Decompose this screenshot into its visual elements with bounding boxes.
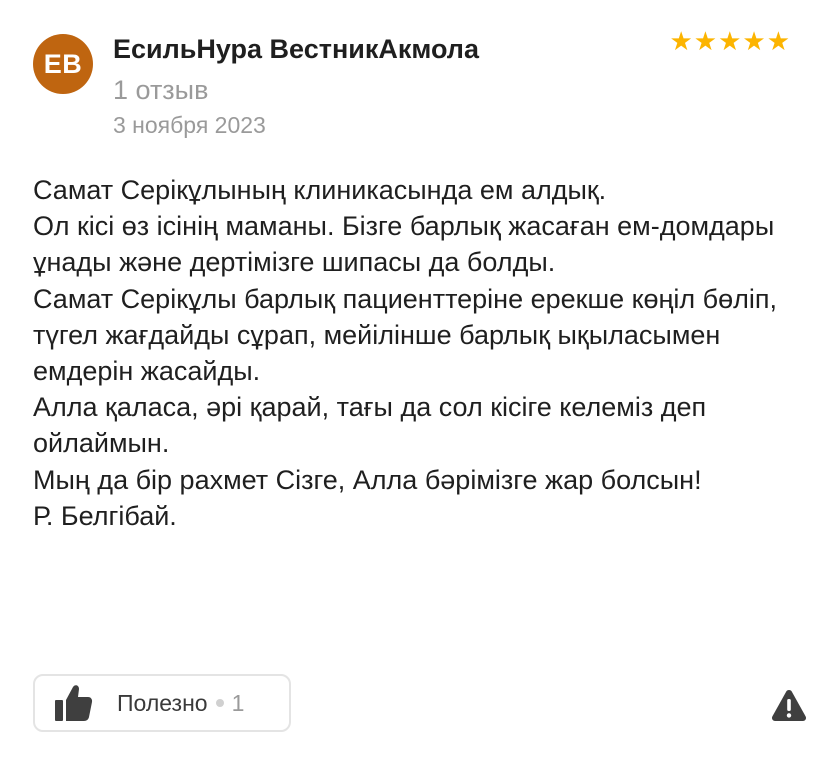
review-count: 1 отзыв bbox=[113, 75, 209, 105]
review-paragraph: Алла қаласа, әрі қарай, тағы да сол кісі… bbox=[33, 392, 707, 459]
avatar-initials: ЕВ bbox=[43, 48, 83, 79]
review-paragraph: Самат Серікұлының клиникасында ем алдық. bbox=[33, 175, 607, 205]
thumbs-up-icon bbox=[55, 685, 93, 721]
review-paragraph: Р. Белгібай. bbox=[33, 500, 177, 531]
author-name[interactable]: ЕсильНура ВестникАкмола bbox=[113, 34, 479, 65]
star-icon: ★ bbox=[693, 26, 718, 56]
separator-dot bbox=[215, 699, 224, 707]
review-paragraph: Ол кісі өз ісінің маманы. Бізге барлық ж… bbox=[33, 211, 775, 278]
star-icon: ★ bbox=[742, 26, 766, 56]
useful-button[interactable]: Полезно 1 bbox=[33, 674, 291, 732]
star-icon: ★ bbox=[669, 26, 693, 56]
review-text: Самат Серікұлының клиникасында ем алдық.… bbox=[33, 172, 803, 534]
rating-stars: ★ ★ ★ ★ ★ bbox=[669, 28, 790, 54]
avatar[interactable]: ЕВ bbox=[33, 34, 93, 94]
review-date: 3 ноября 2023 bbox=[113, 112, 266, 138]
review-paragraph: Мың да бір рахмет Сізге, Алла бәрімізге … bbox=[33, 464, 702, 495]
star-icon: ★ bbox=[766, 26, 790, 56]
useful-count: 1 bbox=[231, 689, 245, 716]
useful-label: Полезно bbox=[117, 689, 208, 716]
review-paragraph: Самат Серікұлы барлық пациенттеріне ерек… bbox=[33, 283, 777, 387]
star-icon: ★ bbox=[718, 26, 742, 56]
warning-icon[interactable] bbox=[771, 688, 807, 722]
